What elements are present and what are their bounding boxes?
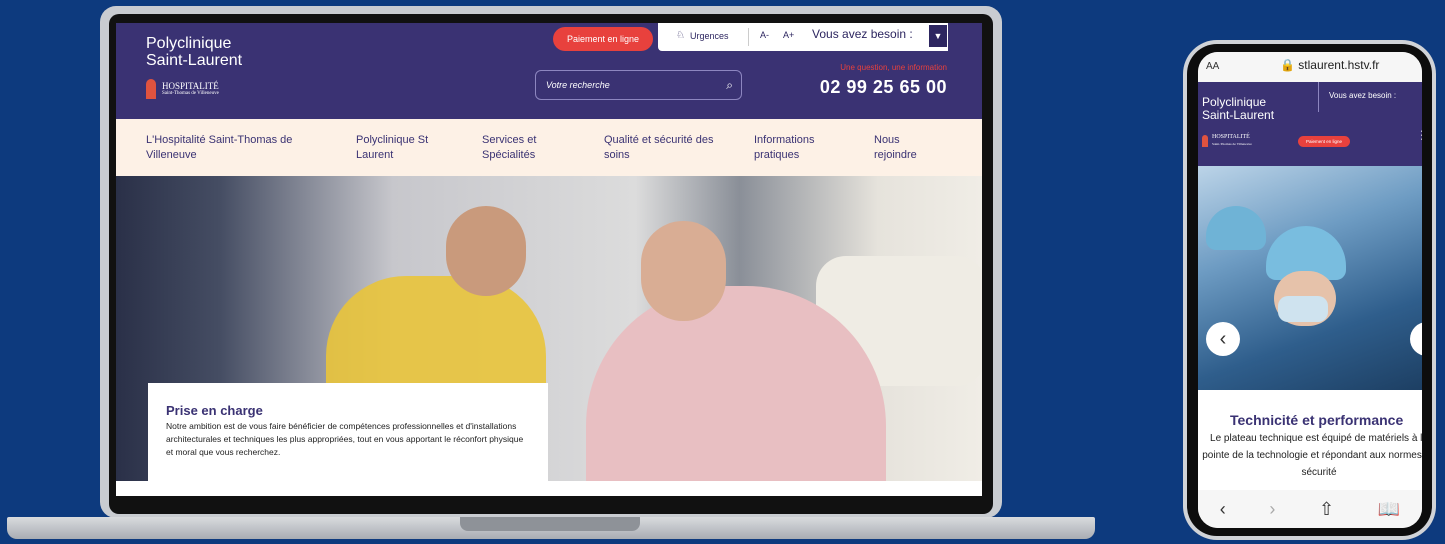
font-increase-button[interactable]: A+ <box>783 30 794 40</box>
font-decrease-button[interactable]: A- <box>760 30 769 40</box>
nav-item-qualite[interactable]: Qualité et sécurité des soins <box>604 133 713 163</box>
mobile-logo[interactable]: Polyclinique Saint-Laurent <box>1202 96 1274 122</box>
hospitalite-mark-icon <box>1202 135 1208 147</box>
laptop-screen: Polyclinique Saint-Laurent HOSPITALITÉ S… <box>116 23 982 496</box>
main-nav: L'Hospitalité Saint-Thomas de Villeneuve… <box>116 119 982 176</box>
mobile-caption: Technicité et performance Le plateau tec… <box>1198 390 1422 490</box>
need-select-dropdown-icon[interactable]: ▼ <box>929 25 947 47</box>
laptop-notch <box>460 517 640 531</box>
hospitalite-name: HOSPITALITÉ <box>162 81 219 91</box>
hero-nurse-face <box>446 206 526 296</box>
urgences-label: Urgences <box>689 30 729 41</box>
mobile-hospitalite-logo: HOSPITALITÉ Saint-Thomas de Villeneuve <box>1202 134 1252 148</box>
mobile-hero-image: ‹ <box>1198 166 1422 390</box>
mobile-payment-button[interactable]: Paiement en ligne <box>1298 136 1350 147</box>
mobile-header: Polyclinique Saint-Laurent Vous avez bes… <box>1198 82 1422 166</box>
browser-url-bar[interactable]: AA 🔒 stlaurent.hstv.fr <box>1198 52 1422 82</box>
logo-line1: Polyclinique <box>146 35 232 52</box>
question-label: Une question, une information <box>840 63 947 72</box>
online-payment-button[interactable]: Paiement en ligne <box>553 27 653 51</box>
mobile-caption-title: Technicité et performance <box>1230 412 1404 428</box>
nav-item-services[interactable]: Services et Spécialités <box>482 133 536 163</box>
browser-toolbar: ‹ › ⇧ 📖 <box>1198 490 1422 528</box>
urgences-icon: ♘ <box>676 30 685 41</box>
hospitalite-mark-icon <box>146 79 156 99</box>
caption-text: Notre ambition est de vous faire bénéfic… <box>166 421 524 457</box>
logo-line2: Saint-Laurent <box>146 52 243 69</box>
share-icon[interactable]: ⇧ <box>1319 499 1334 520</box>
search-input[interactable] <box>544 79 727 91</box>
carousel-prev-icon[interactable]: ‹ <box>1206 322 1240 356</box>
carousel-next-button[interactable] <box>1410 322 1422 356</box>
hero-surgeon-mask <box>1278 296 1328 322</box>
reader-aa-button[interactable]: AA <box>1206 61 1219 72</box>
url-text[interactable]: 🔒 stlaurent.hstv.fr <box>1280 58 1379 72</box>
nav-item-polyclinique[interactable]: Polyclinique St Laurent <box>356 133 428 163</box>
menu-icon[interactable]: ⋮ <box>1416 129 1422 141</box>
phone-screen: AA 🔒 stlaurent.hstv.fr Polyclinique Sain… <box>1198 52 1422 528</box>
phone-number[interactable]: 02 99 25 65 00 <box>820 77 947 98</box>
nav-item-informations[interactable]: Informations pratiques <box>754 133 815 163</box>
caption-title: Prise en charge <box>166 403 263 418</box>
divider <box>748 28 749 46</box>
mobile-need-select[interactable]: Vous avez besoin : <box>1318 82 1422 112</box>
forward-icon[interactable]: › <box>1269 499 1275 520</box>
nav-item-hospitalite[interactable]: L'Hospitalité Saint-Thomas de Villeneuve <box>146 133 292 163</box>
bookmarks-icon[interactable]: 📖 <box>1378 499 1400 520</box>
back-icon[interactable]: ‹ <box>1220 499 1226 520</box>
hero-surgeon-cap <box>1206 206 1266 250</box>
hero-caption: Prise en charge Notre ambition est de vo… <box>148 383 548 483</box>
mobile-caption-text: Le plateau technique est équipé de matér… <box>1202 433 1422 478</box>
search-icon[interactable]: ⌕ <box>726 78 733 93</box>
site-logo[interactable]: Polyclinique Saint-Laurent HOSPITALITÉ S… <box>146 35 242 99</box>
hospitalite-logo: HOSPITALITÉ Saint-Thomas de Villeneuve <box>146 79 242 99</box>
hero-patient-face <box>641 221 726 321</box>
site-header: Polyclinique Saint-Laurent HOSPITALITÉ S… <box>116 23 982 119</box>
urgences-link[interactable]: ♘ Urgences <box>676 30 729 41</box>
search-bar: ⌕ <box>535 70 742 100</box>
need-select-label[interactable]: Vous avez besoin : <box>812 27 913 41</box>
hospitalite-sub: Saint-Thomas de Villeneuve <box>162 91 219 96</box>
nav-item-rejoindre[interactable]: Nous rejoindre <box>874 133 917 163</box>
